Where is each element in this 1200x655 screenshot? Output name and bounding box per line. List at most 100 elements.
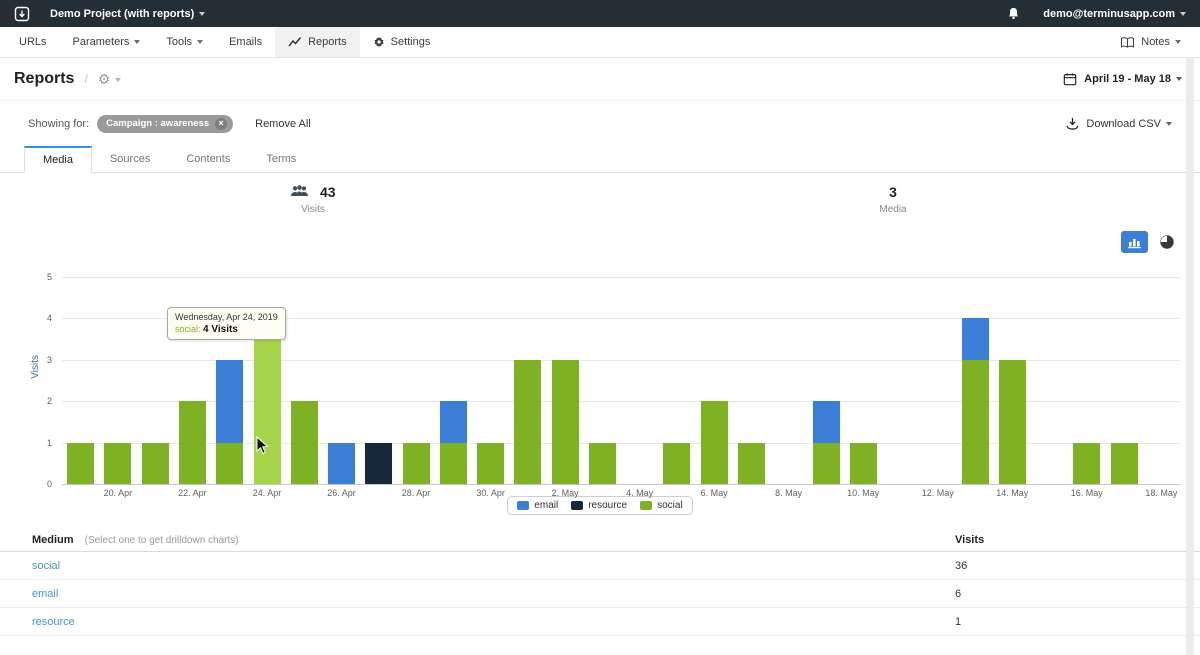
nav-item-emails[interactable]: Emails [216, 27, 275, 57]
project-switcher[interactable]: Demo Project (with reports) [50, 8, 205, 20]
table-header: Medium (Select one to get drilldown char… [0, 528, 1200, 552]
table-row: email 6 [0, 580, 1200, 608]
account-menu[interactable]: demo@terminusapp.com [1043, 8, 1186, 20]
bar-social-24. Apr[interactable] [254, 318, 281, 484]
bar-social-17. May[interactable] [1111, 443, 1138, 484]
bar-social-13. May[interactable] [962, 360, 989, 484]
nav-item-parameters[interactable]: Parameters [60, 27, 154, 57]
bar-social-16. May[interactable] [1073, 443, 1100, 484]
x-axis-tick: 22. Apr [167, 488, 217, 498]
bar-chart-toggle-button[interactable] [1121, 231, 1148, 253]
chip-remove-icon[interactable]: × [215, 118, 227, 130]
tab-contents[interactable]: Contents [168, 146, 248, 172]
legend-label: resource [588, 500, 627, 511]
remove-all-link[interactable]: Remove All [255, 118, 311, 130]
tab-sources[interactable]: Sources [92, 146, 168, 172]
gridline [62, 277, 1180, 278]
bar-social-1. May[interactable] [514, 360, 541, 484]
x-axis-tick: 24. Apr [242, 488, 292, 498]
y-axis-tick: 2 [24, 396, 52, 406]
x-axis-tick: 18. May [1136, 488, 1186, 498]
pie-chart-toggle-button[interactable] [1160, 235, 1174, 249]
medium-link-email[interactable]: email [32, 588, 955, 600]
x-axis-tick: 16. May [1062, 488, 1112, 498]
bar-social-30. Apr[interactable] [477, 443, 504, 484]
visits-cell: 1 [955, 616, 1176, 628]
bar-resource-27. Apr[interactable] [365, 443, 392, 484]
media-value: 3 [889, 184, 897, 200]
calendar-icon [1063, 72, 1077, 86]
tooltip-series: social: [175, 324, 201, 334]
bar-social-22. Apr[interactable] [179, 401, 206, 484]
report-settings-dropdown[interactable]: ⚙ [98, 71, 122, 88]
bar-social-7. May[interactable] [738, 443, 765, 484]
bar-social-25. Apr[interactable] [291, 401, 318, 484]
x-axis-tick: 10. May [838, 488, 888, 498]
medium-link-social[interactable]: social [32, 560, 955, 572]
nav-item-reports[interactable]: Reports [275, 27, 360, 57]
bar-email-26. Apr[interactable] [328, 443, 355, 484]
chart-tooltip: Wednesday, Apr 24, 2019 social: 4 Visits [167, 307, 286, 340]
bar-social-3. May[interactable] [589, 443, 616, 484]
top-bar: Demo Project (with reports) demo@terminu… [0, 0, 1200, 27]
bar-social-20. Apr[interactable] [104, 443, 131, 484]
download-csv-button[interactable]: Download CSV [1066, 117, 1172, 130]
bar-social-9. May[interactable] [813, 443, 840, 484]
legend-item-resource[interactable]: resource [571, 500, 627, 511]
x-axis-tick: 2. May [540, 488, 590, 498]
chevron-down-icon [115, 78, 121, 82]
table-row: social 36 [0, 552, 1200, 580]
page-header: Reports / ⚙ April 19 - May 18 [0, 58, 1200, 101]
legend-label: social [657, 500, 683, 511]
y-axis-tick: 0 [24, 479, 52, 489]
y-axis-tick: 4 [24, 313, 52, 323]
legend-swatch-email [517, 501, 529, 510]
bar-email-9. May[interactable] [813, 401, 840, 442]
chevron-down-icon [1166, 122, 1172, 126]
x-axis-tick: 6. May [689, 488, 739, 498]
tab-terms[interactable]: Terms [248, 146, 314, 172]
nav-item-notes[interactable]: Notes [1107, 27, 1194, 57]
media-caption: Media [838, 204, 948, 215]
stat-media: 3 Media [838, 183, 948, 215]
filter-chip-label: Campaign : awareness [106, 118, 209, 129]
nav-item-urls[interactable]: URLs [6, 27, 60, 57]
filter-row: Showing for: Campaign : awareness × Remo… [0, 101, 1200, 146]
notifications-bell-icon[interactable] [1006, 6, 1021, 21]
chart-legend: email resource social [0, 496, 1200, 515]
nav-item-tools[interactable]: Tools [153, 27, 216, 57]
account-email: demo@terminusapp.com [1043, 8, 1175, 20]
medium-link-resource[interactable]: resource [32, 616, 955, 628]
filter-chip-campaign-awareness[interactable]: Campaign : awareness × [97, 115, 233, 133]
bar-social-29. Apr[interactable] [440, 443, 467, 484]
nav-label: Reports [308, 36, 347, 48]
bar-social-21. Apr[interactable] [142, 443, 169, 484]
legend-swatch-social [640, 501, 652, 510]
bar-social-6. May[interactable] [701, 401, 728, 484]
bar-email-23. Apr[interactable] [216, 360, 243, 443]
tab-media[interactable]: Media [24, 146, 92, 173]
bar-social-28. Apr[interactable] [403, 443, 430, 484]
bar-social-19. Apr[interactable] [67, 443, 94, 484]
report-tabs: Media Sources Contents Terms [0, 146, 1200, 173]
bar-email-13. May[interactable] [962, 318, 989, 359]
bar-email-29. Apr[interactable] [440, 401, 467, 442]
legend-item-social[interactable]: social [640, 500, 683, 511]
chevron-down-icon [199, 12, 205, 16]
nav-item-settings[interactable]: Settings [360, 27, 444, 57]
x-axis-tick: 26. Apr [317, 488, 367, 498]
bar-chart-icon [1127, 236, 1142, 249]
nav-label: URLs [19, 36, 47, 48]
scrollbar[interactable] [1186, 58, 1194, 655]
nav-label: Tools [166, 36, 192, 48]
bar-social-14. May[interactable] [999, 360, 1026, 484]
bar-social-23. Apr[interactable] [216, 443, 243, 484]
bar-social-2. May[interactable] [552, 360, 579, 484]
bar-social-10. May[interactable] [850, 443, 877, 484]
tooltip-date: Wednesday, Apr 24, 2019 [175, 312, 278, 322]
date-range-picker[interactable]: April 19 - May 18 [1063, 72, 1182, 86]
breadcrumb-separator: / [84, 72, 87, 86]
bar-social-5. May[interactable] [663, 443, 690, 484]
app-logo-icon[interactable] [14, 6, 30, 22]
legend-item-email[interactable]: email [517, 500, 558, 511]
